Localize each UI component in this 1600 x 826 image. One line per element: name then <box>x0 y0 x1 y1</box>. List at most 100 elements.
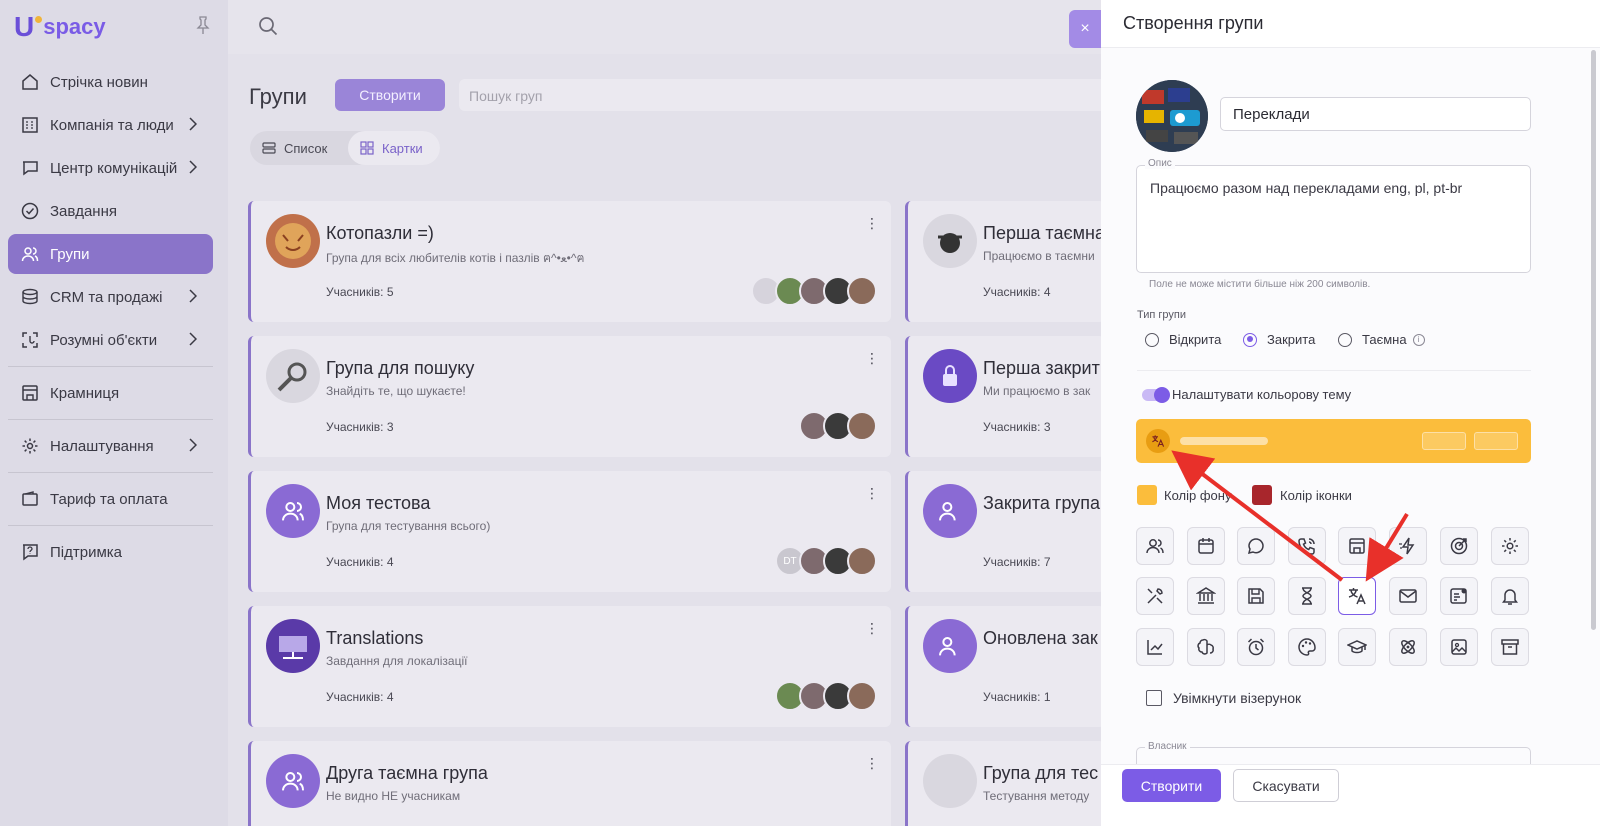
type-secret-radio[interactable]: Таємна i <box>1338 332 1425 347</box>
sidebar-divider <box>8 419 213 420</box>
group-card[interactable]: Котопазли =) Група для всіх любителів ко… <box>248 201 891 322</box>
icon-option-target[interactable] <box>1440 527 1478 565</box>
close-panel-button[interactable]: × <box>1069 10 1101 48</box>
app-logo[interactable]: U spacy <box>14 12 106 42</box>
logo-dot <box>35 16 43 23</box>
icon-option-atom[interactable] <box>1389 628 1427 666</box>
icon-option-mail[interactable] <box>1389 577 1427 615</box>
icon-color-swatch[interactable] <box>1252 485 1272 505</box>
type-open-radio[interactable]: Відкрита <box>1145 332 1221 347</box>
group-search-input[interactable]: Пошук груп <box>459 79 1109 111</box>
panel-scrollbar[interactable] <box>1591 50 1596 630</box>
group-image-upload[interactable] <box>1136 80 1208 152</box>
store-icon <box>20 383 40 403</box>
group-avatar <box>923 754 977 808</box>
sidebar-item-groups[interactable]: Групи <box>8 234 213 274</box>
sidebar-item-label: Підтримка <box>50 543 123 561</box>
bg-color-swatch[interactable] <box>1137 485 1157 505</box>
sidebar-nav: Стрічка новин Компанія та люди Центр ком… <box>8 62 213 575</box>
icon-option-bell[interactable] <box>1491 577 1529 615</box>
sidebar-item-tasks[interactable]: Завдання <box>8 191 213 231</box>
icon-color-label: Колір іконки <box>1280 488 1352 503</box>
icon-option-chat[interactable] <box>1237 527 1275 565</box>
coins-icon <box>20 287 40 307</box>
divider <box>1137 370 1531 371</box>
sidebar-item-label: Центр комунікацій <box>50 159 178 177</box>
sidebar-item-settings[interactable]: Налаштування <box>8 426 213 466</box>
view-cards-button[interactable]: Картки <box>348 131 440 165</box>
group-card[interactable]: Перша закрит Ми працюємо в зак Учасників… <box>905 336 1105 457</box>
icon-option-save[interactable] <box>1237 577 1275 615</box>
group-card[interactable]: Translations Завдання для локалізації Уч… <box>248 606 891 727</box>
group-card[interactable]: Оновлена зак Учасників: 1 <box>905 606 1105 727</box>
radio-circle <box>1338 332 1352 347</box>
group-title: Закрита група <box>983 493 1101 513</box>
bg-color-label: Колір фону <box>1164 488 1232 503</box>
group-card[interactable]: Перша таємна Працюємо в таємни Учасників… <box>905 201 1105 322</box>
sidebar-item-communications[interactable]: Центр комунікацій <box>8 148 213 188</box>
sidebar-item-store[interactable]: Крамниця <box>8 373 213 413</box>
icon-option-translate[interactable] <box>1338 577 1376 615</box>
group-card[interactable]: Закрита група Учасників: 7 <box>905 471 1105 592</box>
icon-option-graduation[interactable] <box>1338 628 1376 666</box>
icon-option-gear[interactable] <box>1491 527 1529 565</box>
icon-option-chart[interactable] <box>1136 628 1174 666</box>
sidebar-item-crm[interactable]: CRM та продажі <box>8 277 213 317</box>
group-card[interactable]: Група для тес Тестування методу <box>905 741 1105 826</box>
icon-option-hourglass[interactable] <box>1288 577 1326 615</box>
color-theme-label: Налаштувати кольорову тему <box>1172 387 1352 402</box>
chart-icon <box>1147 640 1163 655</box>
group-avatar <box>923 484 977 538</box>
icon-option-bank[interactable] <box>1187 577 1225 615</box>
cancel-button[interactable]: Скасувати <box>1233 769 1339 802</box>
view-list-button[interactable]: Список <box>250 131 348 165</box>
icon-option-brain[interactable] <box>1187 628 1225 666</box>
color-theme-toggle[interactable] <box>1142 387 1170 403</box>
sidebar-item-label: Розумні об'єкти <box>50 331 158 349</box>
icon-option-store[interactable] <box>1338 527 1376 565</box>
info-icon[interactable]: i <box>1412 333 1425 346</box>
more-icon[interactable]: ⋮ <box>865 350 879 367</box>
sidebar-item-news[interactable]: Стрічка новин <box>8 62 213 102</box>
more-icon[interactable]: ⋮ <box>865 755 879 772</box>
group-card[interactable]: Моя тестова Група для тестування всього)… <box>248 471 891 592</box>
group-name-input[interactable]: Переклади <box>1220 97 1531 131</box>
icon-option-id-card[interactable] <box>1440 577 1478 615</box>
icon-option-calendar[interactable] <box>1187 527 1225 565</box>
create-button[interactable]: Створити <box>1122 769 1221 802</box>
icon-option-tools[interactable] <box>1136 577 1174 615</box>
group-title: Перша закрит <box>983 358 1100 378</box>
icon-option-image[interactable] <box>1440 628 1478 666</box>
radio-label: Закрита <box>1267 332 1316 347</box>
create-group-button[interactable]: Створити <box>335 79 445 111</box>
pattern-checkbox[interactable] <box>1146 690 1162 706</box>
sidebar-divider <box>8 472 213 473</box>
description-value: Працюємо разом над перекладами eng, pl, … <box>1150 180 1463 196</box>
sidebar-item-smart-objects[interactable]: Розумні об'єкти <box>8 320 213 360</box>
sidebar-item-company[interactable]: Компанія та люди <box>8 105 213 145</box>
sidebar-item-support[interactable]: Підтримка <box>8 532 213 572</box>
type-closed-radio[interactable]: Закрита <box>1243 332 1315 347</box>
icon-option-palette[interactable] <box>1288 628 1326 666</box>
archive-icon <box>1501 639 1519 655</box>
icon-option-archive[interactable] <box>1491 628 1529 666</box>
description-label: Опис <box>1145 158 1175 169</box>
news-icon <box>20 72 40 92</box>
avatar <box>847 276 877 306</box>
sidebar-item-billing[interactable]: Тариф та оплата <box>8 479 213 519</box>
icon-option-alarm[interactable] <box>1237 628 1275 666</box>
search-icon[interactable] <box>258 16 278 41</box>
chevron-right-icon <box>189 117 198 135</box>
sidebar-item-label: Налаштування <box>50 437 154 455</box>
pin-icon[interactable] <box>196 16 210 34</box>
group-card[interactable]: Друга таємна група Не видно НЕ учасникам… <box>248 741 891 826</box>
more-icon[interactable]: ⋮ <box>865 620 879 637</box>
more-icon[interactable]: ⋮ <box>865 215 879 232</box>
sidebar-item-label: Стрічка новин <box>50 73 148 91</box>
icon-option-people[interactable] <box>1136 527 1174 565</box>
icon-option-lightning[interactable] <box>1389 527 1427 565</box>
icon-option-phone[interactable] <box>1288 527 1326 565</box>
more-icon[interactable]: ⋮ <box>865 485 879 502</box>
list-icon <box>262 142 276 154</box>
group-card[interactable]: Група для пошуку Знайдіть те, що шукаєте… <box>248 336 891 457</box>
